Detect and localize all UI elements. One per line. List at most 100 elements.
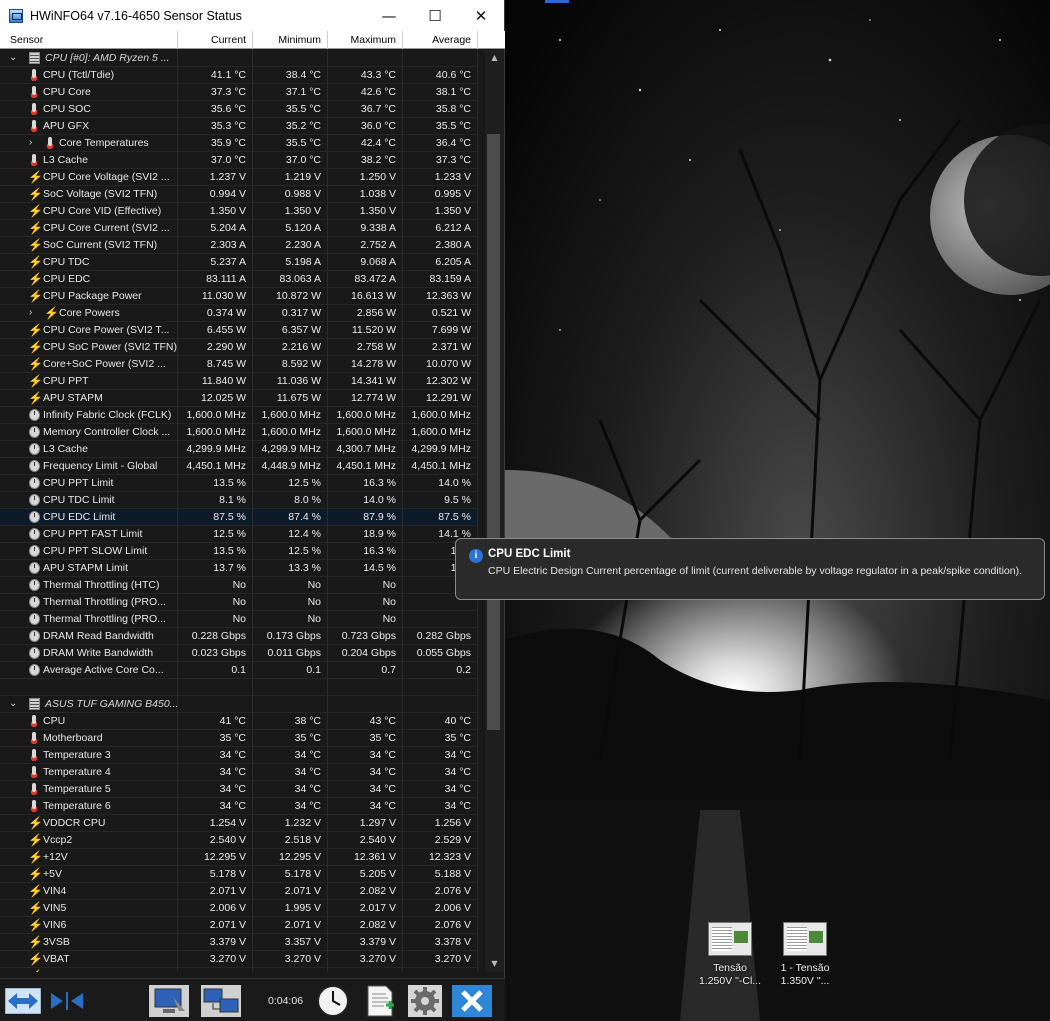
sensor-row[interactable]: CPU EDC 83.111 A83.063 A83.472 A83.159 A [0, 271, 478, 288]
sensor-name-cell: VDDCR CPU [0, 815, 178, 832]
sensor-row[interactable]: CPU EDC Limit 87.5 % 87.4 % 87.9 % 87.5 % [0, 509, 478, 526]
average-value [403, 611, 478, 628]
column-maximum[interactable]: Maximum [328, 31, 403, 49]
sensor-row[interactable]: VIN62.071 V2.071 V2.082 V2.076 V [0, 917, 478, 934]
sensor-row[interactable]: SoC Current (SVI2 TFN) 2.303 A2.230 A2.75… [0, 237, 478, 254]
sensor-row[interactable]: SoC Voltage (SVI2 TFN) 0.994 V0.988 V1.03… [0, 186, 478, 203]
sensor-row[interactable]: CPU Core Current (SVI2 ... 5.204 A5.120 A… [0, 220, 478, 237]
scroll-down-arrow-icon[interactable]: ▼ [485, 956, 504, 972]
minimum-value: No [253, 577, 328, 594]
sensor-row[interactable]: Thermal Throttling (PRO... No No No [0, 594, 478, 611]
average-value: 36.4 °C [403, 135, 478, 152]
title-bar[interactable]: HWiNFO64 v7.16-4650 Sensor Status — ☐ ✕ [0, 0, 504, 31]
expand-arrows-button[interactable] [4, 984, 42, 1018]
sensor-row[interactable]: DRAM Write Bandwidth 0.023 Gbps 0.011 Gbps… [0, 645, 478, 662]
sensor-row[interactable]: Core+SoC Power (SVI2 ... 8.745 W8.592 W14… [0, 356, 478, 373]
maximize-button[interactable]: ☐ [412, 0, 458, 31]
sensor-row[interactable]: CPU PPT SLOW Limit13.5 %12.5 %16.3 %14.0 [0, 543, 478, 560]
sensor-row[interactable]: CPU PPT 11.840 W11.036 W14.341 W12.302 W [0, 373, 478, 390]
sensor-row[interactable]: CPU SOC 35.6 °C 35.5 °C 36.7 °C 35.8 °C [0, 101, 478, 118]
desktop-shortcut-tensao[interactable]: Tensão 1.250V "-Cl... [692, 922, 768, 988]
sensor-row[interactable]: +12V12.295 V12.295 V12.361 V12.323 V [0, 849, 478, 866]
sensor-row[interactable]: CPU TDC 5.237 A5.198 A9.068 A6.205 A [0, 254, 478, 271]
column-sensor[interactable]: Sensor [0, 31, 178, 49]
sensor-subgroup-row[interactable]: › Core Powers 0.374 W0.317 W2.856 W0.521 W [0, 305, 478, 322]
sensor-group-row[interactable]: ⌄ CPU [#0]: AMD Ryzen 5 ... [0, 50, 478, 67]
expand-chevron-icon[interactable]: › [29, 305, 32, 321]
sensor-row[interactable]: CPU PPT FAST Limit 12.5 % 12.4 % 18.9 % 14.1… [0, 526, 478, 543]
sensor-row[interactable]: CPU 41 °C 38 °C 43 °C 40 °C [0, 713, 478, 730]
sensor-label: Temperature 5 [43, 783, 111, 795]
sensor-label: DRAM Read Bandwidth [43, 630, 154, 642]
bolt-icon [28, 373, 43, 389]
sensor-row[interactable]: Infinity Fabric Clock (FCLK) 1,600.0 MHz 1… [0, 407, 478, 424]
sensor-row[interactable]: Temperature 4 34 °C 34 °C 34 °C 34 °C [0, 764, 478, 781]
close-sensors-button[interactable] [450, 984, 494, 1018]
scrollbar-thumb[interactable] [487, 134, 500, 730]
sensor-label: CPU PPT SLOW Limit [43, 545, 148, 557]
sensor-row[interactable]: L3 Cache 37.0 °C 37.0 °C 38.2 °C 37.3 °C [0, 152, 478, 169]
reset-clock-button[interactable] [314, 984, 352, 1018]
column-average[interactable]: Average [403, 31, 478, 49]
sensor-row[interactable]: Thermal Throttling (PRO... No No No [0, 611, 478, 628]
sensor-row[interactable]: Average Active Core Co... 0.1 0.1 0.7 0.2 [0, 662, 478, 679]
sensor-row[interactable]: CPU TDC Limit 8.1 % 8.0 % 14.0 % 9.5 % [0, 492, 478, 509]
expand-chevron-icon[interactable]: › [29, 135, 32, 151]
sensor-group-row[interactable]: ⌄ ASUS TUF GAMING B450... [0, 696, 478, 713]
logging-button[interactable] [362, 984, 400, 1018]
sensor-row[interactable]: APU GFX 35.3 °C 35.2 °C 36.0 °C 35.5 °C [0, 118, 478, 135]
column-current[interactable]: Current [178, 31, 253, 49]
network-button[interactable] [200, 984, 242, 1018]
sensor-row[interactable]: Thermal Throttling (HTC) No No No [0, 577, 478, 594]
sensor-row[interactable]: Vccp22.540 V2.518 V2.540 V2.529 V [0, 832, 478, 849]
sensor-row[interactable]: 3VSB3.379 V3.357 V3.379 V3.378 V [0, 934, 478, 951]
sensor-row[interactable]: +5V5.178 V5.178 V5.205 V5.188 V [0, 866, 478, 883]
sensor-row[interactable]: VIN52.006 V1.995 V2.017 V2.006 V [0, 900, 478, 917]
sensor-row[interactable]: Motherboard 35 °C 35 °C 35 °C 35 °C [0, 730, 478, 747]
column-minimum[interactable]: Minimum [253, 31, 328, 49]
sensor-row[interactable]: Frequency Limit - Global 4,450.1 MHz 4,448… [0, 458, 478, 475]
sensor-row[interactable]: VIN42.071 V2.071 V2.082 V2.076 V [0, 883, 478, 900]
sensor-row[interactable]: Temperature 3 34 °C 34 °C 34 °C 34 °C [0, 747, 478, 764]
sensor-label: SoC Current (SVI2 TFN) [43, 239, 158, 251]
sensor-row[interactable]: CPU Package Power 11.030 W10.872 W16.613 … [0, 288, 478, 305]
sensor-row[interactable]: CPU Core Power (SVI2 T... 6.455 W6.357 W1… [0, 322, 478, 339]
sensor-row[interactable]: CPU PPT Limit 13.5 % 12.5 % 16.3 % 14.0 % [0, 475, 478, 492]
sensor-row[interactable]: APU STAPM 12.025 W11.675 W12.774 W12.291 … [0, 390, 478, 407]
hwinfo-app-icon[interactable] [9, 8, 23, 23]
sensor-row[interactable]: Temperature 5 34 °C 34 °C 34 °C 34 °C [0, 781, 478, 798]
current-value: 34 °C [178, 798, 253, 815]
minimize-button[interactable]: — [366, 0, 412, 31]
sensor-row[interactable]: DRAM Read Bandwidth 0.228 Gbps 0.173 Gbps 0… [0, 628, 478, 645]
sensor-label: Core+SoC Power (SVI2 ... [43, 358, 166, 370]
sensor-row[interactable]: VDDCR CPU 1.254 V1.232 V1.297 V1.256 V [0, 815, 478, 832]
collapse-arrows-button[interactable] [48, 984, 86, 1018]
current-value: 6.455 W [178, 322, 253, 339]
sensor-row[interactable]: CPU SoC Power (SVI2 TFN)2.290 W2.216 W2.… [0, 339, 478, 356]
sensor-row[interactable]: AVCC33.401 V3.357 V3.401 V3.390 V [0, 968, 478, 972]
sensor-row[interactable]: CPU (Tctl/Tdie) 41.1 °C 38.4 °C 43.3 °C 40.6… [0, 67, 478, 84]
sensor-row[interactable]: CPU Core 37.3 °C 37.1 °C 42.6 °C 38.1 °C [0, 84, 478, 101]
clock-icon [29, 443, 40, 455]
report-button[interactable] [148, 984, 190, 1018]
sensor-row[interactable]: L3 Cache 4,299.9 MHz 4,299.9 MHz 4,300.7 MH… [0, 441, 478, 458]
collapse-chevron-icon[interactable]: ⌄ [9, 696, 17, 712]
settings-button[interactable] [406, 984, 444, 1018]
sensor-row[interactable]: Memory Controller Clock ... 1,600.0 MHz 1,… [0, 424, 478, 441]
sensor-row[interactable]: Temperature 6 34 °C 34 °C 34 °C 34 °C [0, 798, 478, 815]
sensor-subgroup-row[interactable]: › Core Temperatures 35.9 °C 35.5 °C 42.4 °C 3… [0, 135, 478, 152]
scroll-up-arrow-icon[interactable]: ▲ [485, 50, 504, 66]
desktop-shortcut-1-tensao[interactable]: 1 - Tensão 1.350V "... [767, 922, 843, 988]
sensor-label: Thermal Throttling (PRO... [43, 613, 166, 625]
average-value: 2.076 V [403, 883, 478, 900]
close-button[interactable]: ✕ [458, 0, 504, 31]
sensor-row[interactable]: CPU Core Voltage (SVI2 ... 1.237 V1.219 V… [0, 169, 478, 186]
vertical-scrollbar[interactable]: ▲ ▼ [485, 50, 504, 972]
sensor-row[interactable]: CPU Core VID (Effective)1.350 V1.350 V1.… [0, 203, 478, 220]
clock-icon [29, 426, 40, 438]
minimum-value: 35.5 °C [253, 101, 328, 118]
sensor-row[interactable]: APU STAPM Limit13.7 %13.3 %14.5 %14.0 [0, 560, 478, 577]
bolt-icon [28, 390, 43, 406]
sensor-row[interactable]: VBAT3.270 V3.270 V3.270 V3.270 V [0, 951, 478, 968]
collapse-chevron-icon[interactable]: ⌄ [9, 50, 17, 66]
